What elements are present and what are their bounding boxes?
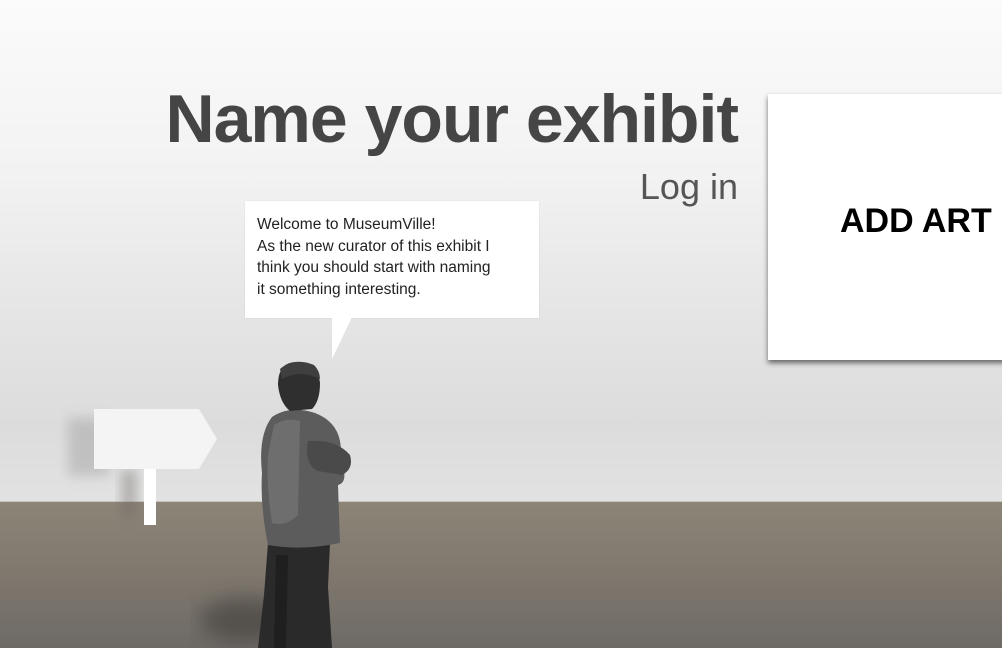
exhibit-title[interactable]: Name your exhibit [166,80,739,158]
speech-bubble-tail [332,317,352,359]
add-art-label: ADD ART [840,202,992,240]
guide-speech-bubble: Welcome to MuseumVille! As the new curat… [245,201,539,318]
curator-figure [200,361,351,648]
add-art-button[interactable]: ADD ART [768,94,1002,360]
speech-line: it something interesting. [257,280,421,298]
speech-line: Welcome to MuseumVille! [257,216,436,233]
speech-line: As the new curator of this exhibit I [257,237,490,255]
speech-line: think you should start with naming [257,259,491,276]
login-link[interactable]: Log in [640,166,738,208]
museum-scene: Name your exhibit Log in Welcome to Muse… [0,0,1002,648]
guide-message: Welcome to MuseumVille! As the new curat… [257,214,533,300]
